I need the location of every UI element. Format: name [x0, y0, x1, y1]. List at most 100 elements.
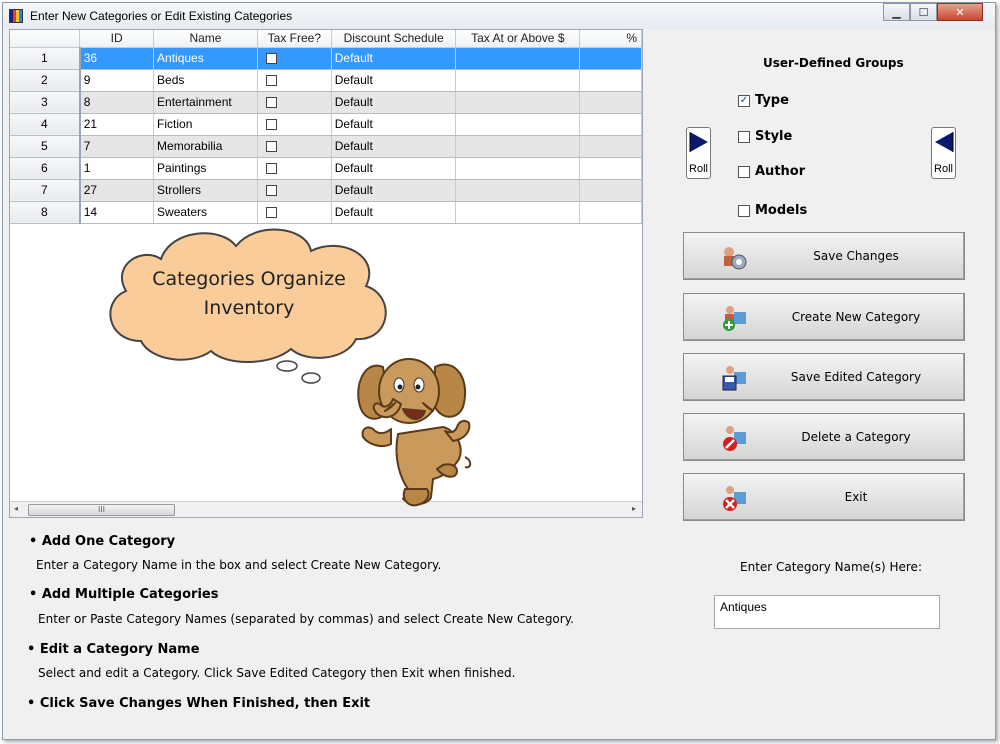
cell-discount-schedule[interactable]: Default	[331, 179, 457, 202]
roll-right-button[interactable]: Roll	[931, 127, 956, 179]
roll-left-button[interactable]: Roll	[686, 127, 711, 179]
group-models[interactable]: Models	[738, 203, 807, 218]
cell-percent[interactable]	[579, 91, 642, 114]
cell-id[interactable]: 9	[79, 69, 155, 92]
col-header-percent[interactable]: %	[579, 30, 642, 48]
cell-tax-at-or-above[interactable]	[455, 47, 581, 70]
table-row[interactable]: 3 8 Entertainment Default	[10, 91, 642, 114]
save-edited-category-button[interactable]: Save Edited Category	[683, 353, 965, 401]
cell-name[interactable]: Entertainment	[153, 91, 258, 114]
tax-free-checkbox[interactable]	[265, 53, 277, 65]
scroll-thumb[interactable]: III	[28, 504, 175, 516]
cell-name[interactable]: Antiques	[153, 47, 258, 70]
row-number[interactable]: 7	[10, 179, 81, 202]
delete-category-button[interactable]: Delete a Category	[683, 413, 965, 461]
cell-tax-free[interactable]	[257, 135, 332, 158]
cell-tax-at-or-above[interactable]	[455, 113, 581, 136]
cell-name[interactable]: Sweaters	[153, 201, 258, 224]
tax-free-checkbox[interactable]	[265, 163, 277, 175]
scroll-right-arrow-icon[interactable]: ▸	[632, 504, 636, 513]
save-changes-button[interactable]: Save Changes	[683, 232, 965, 280]
cell-tax-free[interactable]	[257, 47, 332, 70]
cell-discount-schedule[interactable]: Default	[331, 113, 457, 136]
minimize-button[interactable]: ▁	[883, 3, 910, 21]
cell-percent[interactable]	[579, 201, 642, 224]
cell-tax-at-or-above[interactable]	[455, 91, 581, 114]
cell-discount-schedule[interactable]: Default	[331, 91, 457, 114]
cell-id[interactable]: 1	[79, 157, 155, 180]
table-row[interactable]: 1 36 Antiques Default	[10, 47, 642, 70]
row-number[interactable]: 6	[10, 157, 81, 180]
close-button[interactable]: ✕	[937, 3, 983, 21]
horizontal-scrollbar[interactable]: ◂ III ▸	[10, 501, 642, 517]
row-number[interactable]: 5	[10, 135, 81, 158]
col-header-id[interactable]: ID	[79, 30, 155, 48]
row-number[interactable]: 1	[10, 47, 81, 70]
cell-id[interactable]: 7	[79, 135, 155, 158]
tax-free-checkbox[interactable]	[265, 119, 277, 131]
row-number[interactable]: 2	[10, 69, 81, 92]
cell-tax-at-or-above[interactable]	[455, 69, 581, 92]
create-new-category-button[interactable]: Create New Category	[683, 293, 965, 341]
table-row[interactable]: 6 1 Paintings Default	[10, 157, 642, 180]
cell-tax-free[interactable]	[257, 157, 332, 180]
tax-free-checkbox[interactable]	[265, 97, 277, 109]
cell-discount-schedule[interactable]: Default	[331, 157, 457, 180]
cell-tax-at-or-above[interactable]	[455, 201, 581, 224]
table-row[interactable]: 4 21 Fiction Default	[10, 113, 642, 136]
cell-tax-at-or-above[interactable]	[455, 157, 581, 180]
cell-tax-at-or-above[interactable]	[455, 135, 581, 158]
cell-tax-free[interactable]	[257, 201, 332, 224]
table-row[interactable]: 7 27 Strollers Default	[10, 179, 642, 202]
cell-id[interactable]: 8	[79, 91, 155, 114]
tax-free-checkbox[interactable]	[265, 141, 277, 153]
group-type[interactable]: ✓ Type	[738, 93, 789, 108]
cell-percent[interactable]	[579, 113, 642, 136]
cell-tax-free[interactable]	[257, 69, 332, 92]
scroll-left-arrow-icon[interactable]: ◂	[14, 504, 18, 513]
cell-name[interactable]: Beds	[153, 69, 258, 92]
cell-tax-at-or-above[interactable]	[455, 179, 581, 202]
group-author-checkbox[interactable]	[738, 165, 750, 178]
category-name-input[interactable]: Antiques	[714, 595, 940, 629]
tax-free-checkbox[interactable]	[265, 185, 277, 197]
cell-discount-schedule[interactable]: Default	[331, 135, 457, 158]
cell-tax-free[interactable]	[257, 113, 332, 136]
group-models-checkbox[interactable]	[738, 204, 750, 217]
col-header-tax-at-or-above[interactable]: Tax At or Above $	[455, 30, 581, 48]
cell-discount-schedule[interactable]: Default	[331, 69, 457, 92]
maximize-button[interactable]: ☐	[910, 3, 937, 21]
col-header-tax-free[interactable]: Tax Free?	[257, 30, 332, 48]
cell-id[interactable]: 21	[79, 113, 155, 136]
cell-percent[interactable]	[579, 47, 642, 70]
cell-name[interactable]: Memorabilia	[153, 135, 258, 158]
row-number[interactable]: 8	[10, 201, 81, 224]
tax-free-checkbox[interactable]	[265, 75, 277, 87]
row-number[interactable]: 4	[10, 113, 81, 136]
cell-tax-free[interactable]	[257, 179, 332, 202]
exit-button[interactable]: Exit	[683, 473, 965, 521]
cell-tax-free[interactable]	[257, 91, 332, 114]
cell-percent[interactable]	[579, 179, 642, 202]
cell-percent[interactable]	[579, 157, 642, 180]
table-row[interactable]: 5 7 Memorabilia Default	[10, 135, 642, 158]
cell-discount-schedule[interactable]: Default	[331, 47, 457, 70]
cell-id[interactable]: 36	[79, 47, 155, 70]
group-style[interactable]: Style	[738, 129, 792, 144]
group-style-checkbox[interactable]	[738, 130, 750, 143]
cell-percent[interactable]	[579, 69, 642, 92]
cell-id[interactable]: 14	[79, 201, 155, 224]
group-author[interactable]: Author	[738, 164, 805, 179]
cell-id[interactable]: 27	[79, 179, 155, 202]
cell-name[interactable]: Strollers	[153, 179, 258, 202]
group-type-checkbox[interactable]: ✓	[738, 94, 750, 107]
cell-name[interactable]: Fiction	[153, 113, 258, 136]
col-header-name[interactable]: Name	[153, 30, 258, 48]
row-number[interactable]: 3	[10, 91, 81, 114]
tax-free-checkbox[interactable]	[265, 207, 277, 219]
col-header-discount-schedule[interactable]: Discount Schedule	[331, 30, 457, 48]
table-row[interactable]: 2 9 Beds Default	[10, 69, 642, 92]
cell-name[interactable]: Paintings	[153, 157, 258, 180]
cell-discount-schedule[interactable]: Default	[331, 201, 457, 224]
table-row[interactable]: 8 14 Sweaters Default	[10, 201, 642, 224]
